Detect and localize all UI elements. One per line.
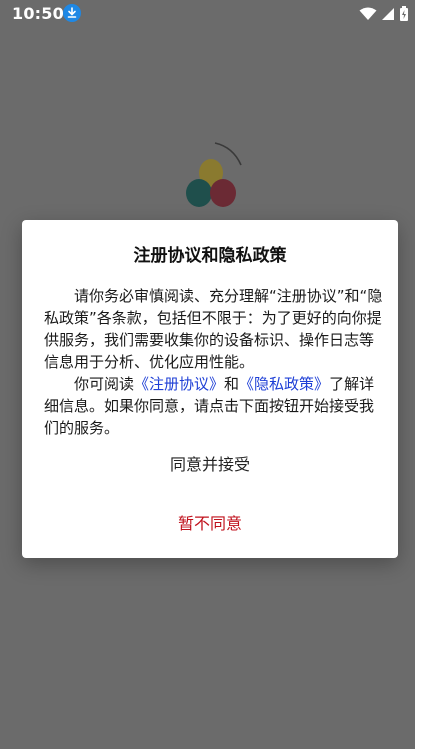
dialog-body: 请你务必审慎阅读、充分理解“注册协议”和“隐私政策”各条款，包括但不限于：为了更… — [44, 285, 384, 439]
accept-button[interactable]: 同意并接受 — [22, 450, 398, 476]
wifi-icon — [359, 7, 377, 20]
paragraph-2-and: 和 — [224, 375, 240, 393]
screen-overlay: 10:50 注册协议和隐私政策 请你务必审慎阅读、充分理解“注册协议”和“隐私政… — [0, 0, 421, 749]
status-time: 10:50 — [12, 4, 64, 23]
register-agreement-link[interactable]: 《注册协议》 — [134, 375, 224, 393]
dialog-title: 注册协议和隐私政策 — [133, 246, 287, 266]
battery-icon — [400, 6, 408, 21]
dialog-paragraph-2: 你可阅读《注册协议》和《隐私政策》了解详细信息。如果你同意，请点击下面按钮开始接… — [44, 373, 384, 439]
status-icons — [359, 6, 409, 22]
download-icon — [63, 4, 81, 22]
status-bar: 10:50 — [0, 0, 421, 28]
signal-icon — [382, 8, 394, 20]
paragraph-2-prefix: 你可阅读 — [74, 375, 135, 393]
decline-button[interactable]: 暂不同意 — [22, 509, 398, 535]
screen-edge — [415, 0, 421, 749]
app-logo-icon — [181, 137, 243, 207]
privacy-policy-link[interactable]: 《隐私政策》 — [239, 375, 329, 393]
privacy-dialog: 注册协议和隐私政策 请你务必审慎阅读、充分理解“注册协议”和“隐私政策”各条款，… — [22, 220, 398, 558]
dialog-paragraph-1: 请你务必审慎阅读、充分理解“注册协议”和“隐私政策”各条款，包括但不限于：为了更… — [44, 287, 383, 371]
